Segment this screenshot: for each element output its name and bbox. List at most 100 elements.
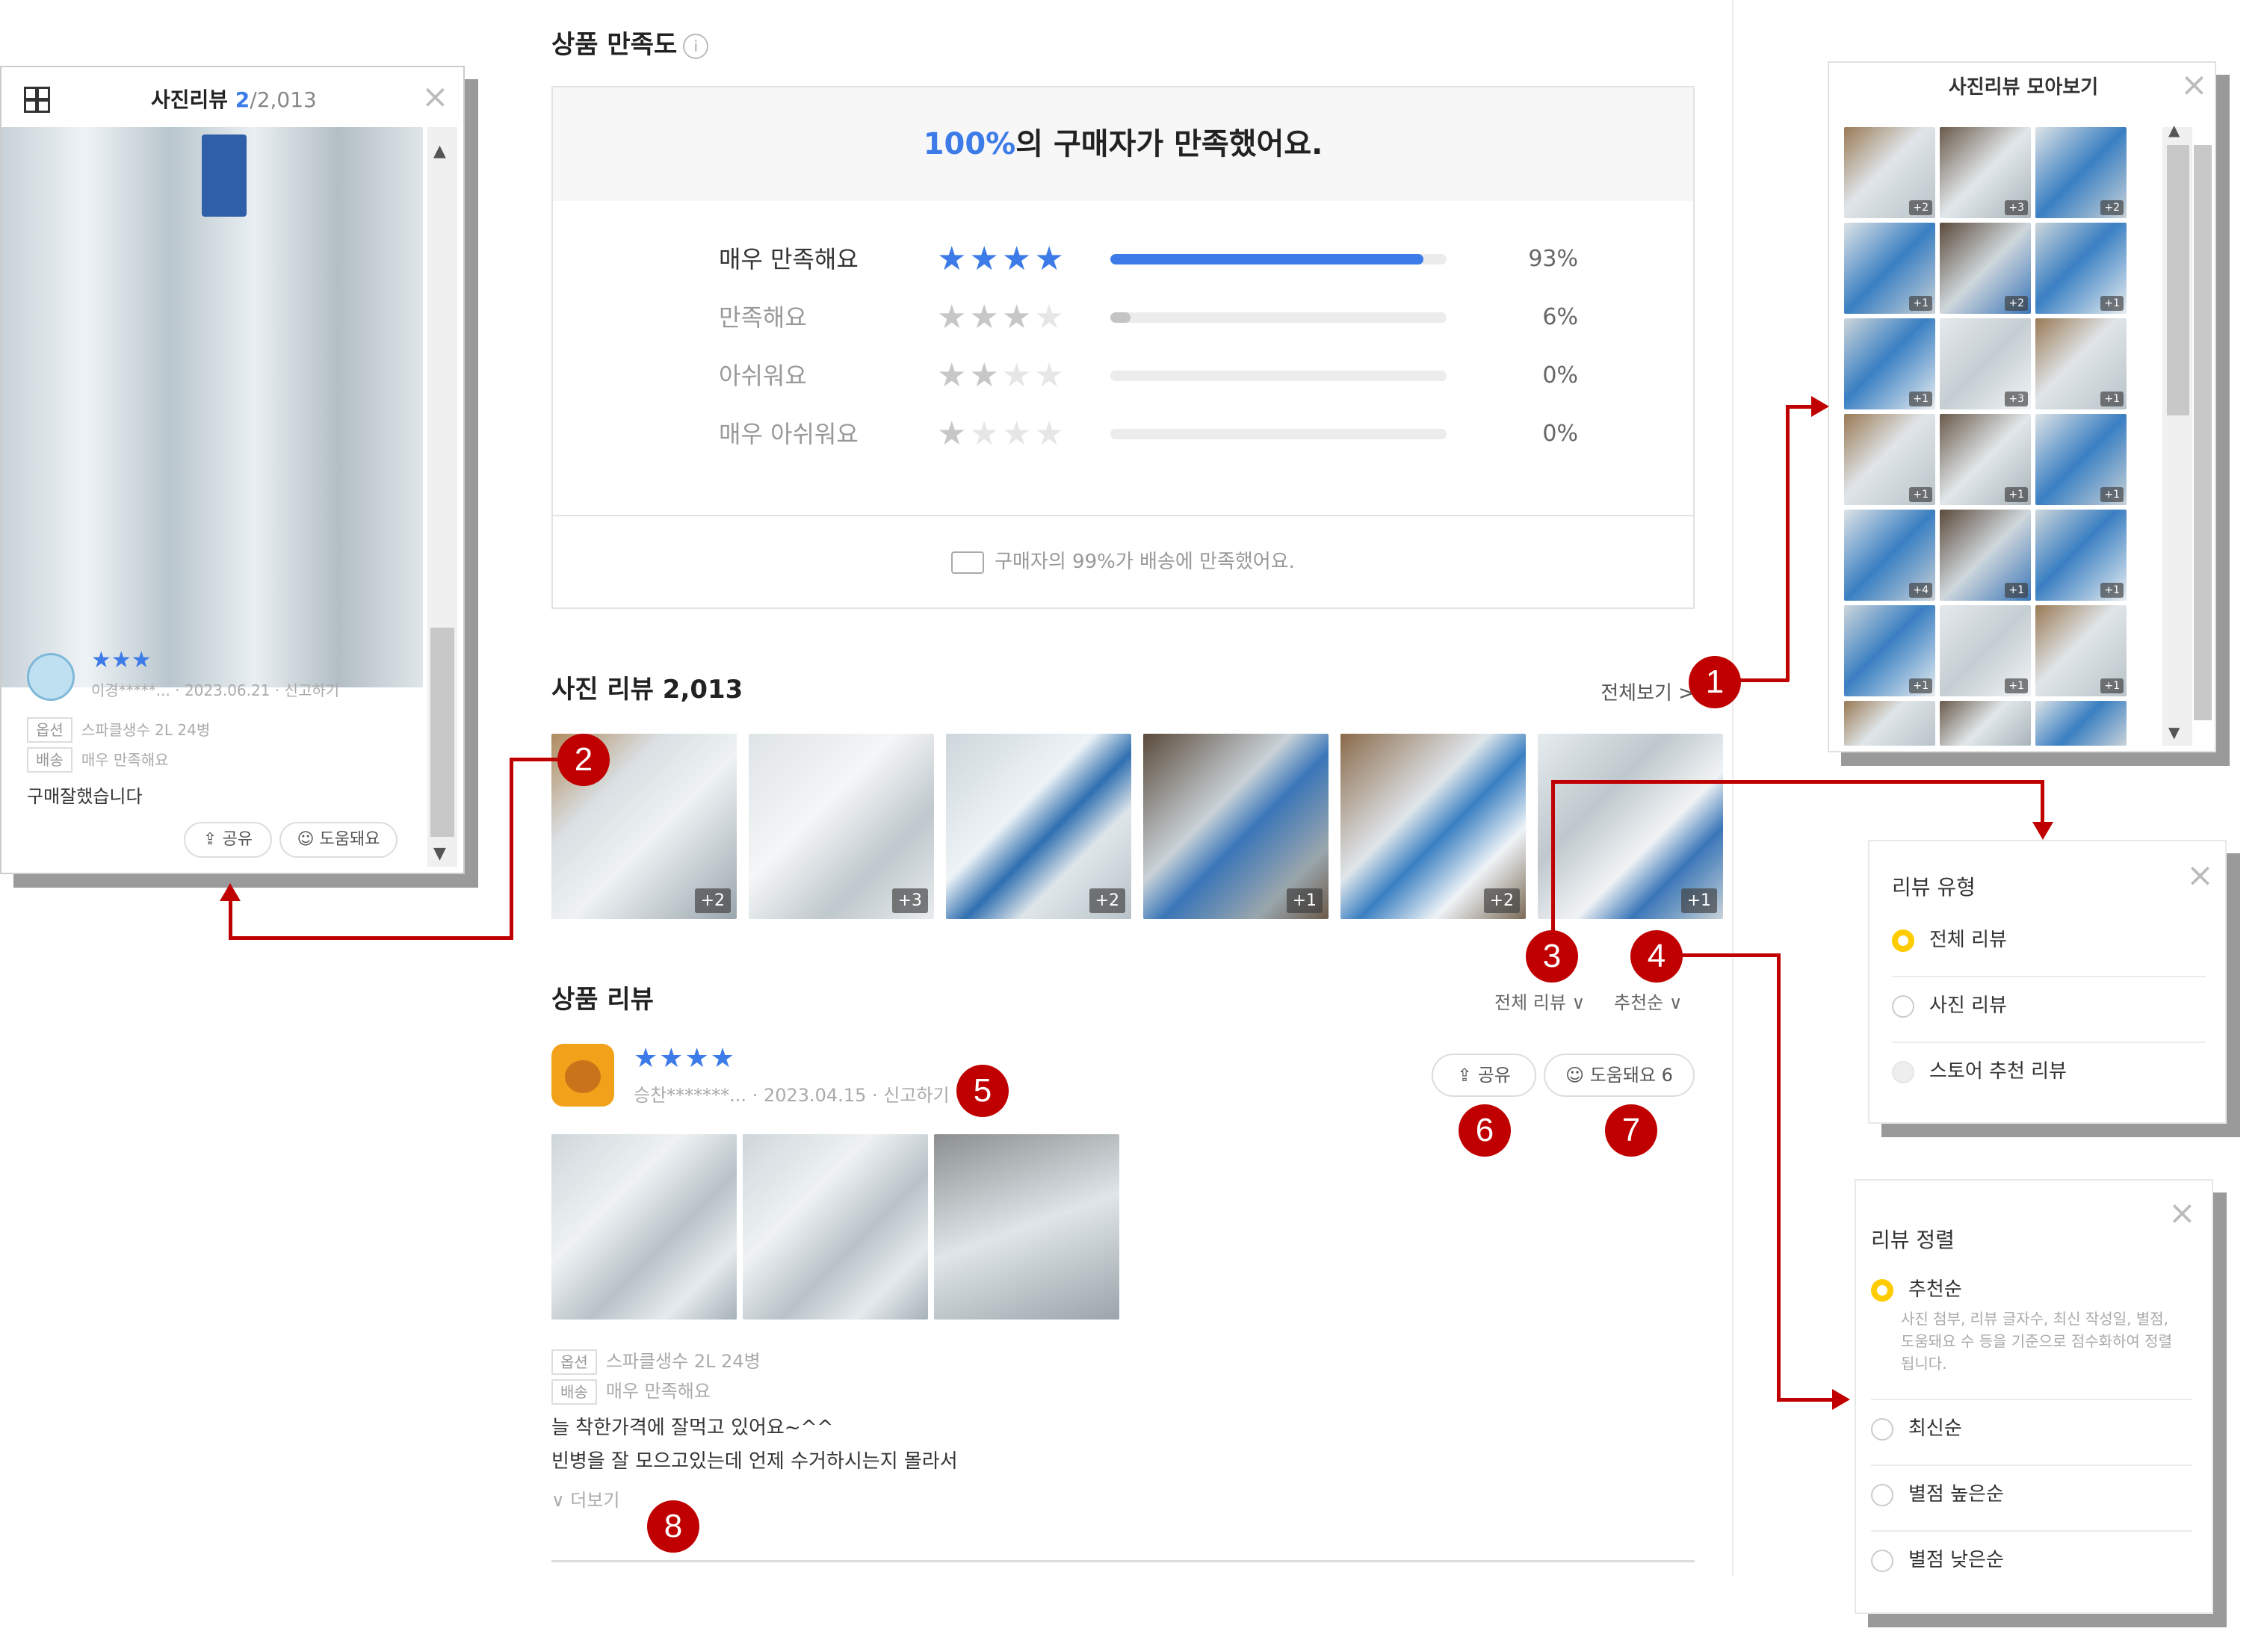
review-photo[interactable] bbox=[551, 1134, 737, 1320]
gallery-thumb[interactable]: +1 bbox=[1844, 605, 1935, 696]
rating-row: 만족해요 ★★★★ 6% bbox=[719, 295, 1578, 340]
gallery-thumb[interactable]: +1 bbox=[2035, 414, 2127, 505]
gallery-popup: 사진리뷰 모아보기 × +2 +3 +2 +1 +2 +1 +1 +3 +1 +1 +1 +1 +4 +1… bbox=[1828, 61, 2216, 752]
gallery-thumb[interactable]: +1 bbox=[1844, 223, 1935, 314]
photo-review-section: 사진 리뷰 2,013 전체보기 > bbox=[551, 669, 1695, 705]
gallery-scroll-thumb-2[interactable] bbox=[2194, 145, 2212, 720]
gallery-count-badge: +1 bbox=[2100, 296, 2124, 311]
gallery-close-icon[interactable]: × bbox=[2180, 69, 2208, 102]
rating-pct: 0% bbox=[1542, 362, 1578, 389]
rating-bar bbox=[1110, 371, 1447, 381]
photo-count-badge: +3 bbox=[891, 888, 928, 913]
review-body-1: 늘 착한가격에 잘먹고 있어요~^^ bbox=[551, 1417, 834, 1439]
product-review-title: 상품 리뷰 bbox=[551, 985, 654, 1015]
review-photo[interactable] bbox=[934, 1134, 1119, 1320]
gallery-scroll-thumb[interactable] bbox=[2167, 145, 2189, 415]
scroll-up-icon[interactable]: ▲ bbox=[433, 142, 446, 161]
gallery-thumb[interactable]: +1 bbox=[2035, 223, 2127, 314]
option-all-reviews[interactable]: 전체 리뷰 bbox=[1892, 925, 2007, 955]
gallery-thumb[interactable] bbox=[2035, 701, 2127, 746]
rating-label: 매우 아쉬워요 bbox=[719, 420, 859, 448]
share-button[interactable]: ⇪ 공유 bbox=[1432, 1054, 1536, 1097]
filter-type-dropdown[interactable]: 전체 리뷰 ∨ bbox=[1494, 988, 1585, 1014]
photo-review-thumb[interactable]: +2 bbox=[946, 734, 1131, 919]
see-all-link[interactable]: 전체보기 > bbox=[1600, 678, 1695, 705]
product-review-section: 상품 리뷰 전체 리뷰 ∨ 추천순 ∨ bbox=[551, 979, 1695, 1015]
gallery-thumb[interactable] bbox=[1940, 701, 2031, 746]
photo-count-badge: +2 bbox=[694, 888, 731, 913]
callout-line bbox=[1777, 953, 1781, 1402]
gallery-thumb[interactable]: +1 bbox=[1844, 414, 1935, 505]
gallery-count-badge: +1 bbox=[1909, 487, 1932, 502]
option-rating-low[interactable]: 별점 낮은순 bbox=[1871, 1545, 2004, 1575]
gallery-count-badge: +2 bbox=[1909, 200, 1932, 215]
rating-pct: 0% bbox=[1542, 421, 1578, 447]
rating-row: 매우 아쉬워요 ★★★★ 0% bbox=[719, 412, 1578, 457]
viewer-body: 구매잘했습니다 bbox=[27, 786, 143, 807]
rating-label: 아쉬워요 bbox=[719, 362, 807, 390]
gallery-thumb[interactable]: +1 bbox=[1940, 605, 2031, 696]
scroll-down-icon[interactable]: ▼ bbox=[433, 844, 446, 863]
viewer-scroll-thumb[interactable] bbox=[430, 628, 454, 837]
gallery-thumb[interactable]: +2 bbox=[1940, 223, 2031, 314]
photo-review-thumb[interactable]: +1 bbox=[1538, 734, 1723, 919]
grid-icon[interactable] bbox=[24, 87, 50, 113]
viewer-helpful-button[interactable]: ☺ 도움돼요 bbox=[279, 822, 398, 858]
gallery-thumb[interactable]: +3 bbox=[1940, 318, 2031, 409]
gallery-scroll-down-icon[interactable]: ▼ bbox=[2168, 723, 2180, 741]
more-link[interactable]: ∨ 더보기 bbox=[551, 1485, 619, 1512]
reviewer-avatar bbox=[551, 1044, 614, 1107]
option-latest[interactable]: 최신순 bbox=[1871, 1414, 1962, 1444]
review-photo[interactable] bbox=[743, 1134, 928, 1320]
viewer-delivery: 배송 매우 만족해요 bbox=[27, 747, 169, 773]
viewer-report-link[interactable]: 신고하기 bbox=[285, 681, 340, 699]
gallery-thumb[interactable]: +1 bbox=[1844, 318, 1935, 409]
helpful-button[interactable]: ☺ 도움돼요 6 bbox=[1544, 1054, 1695, 1097]
badge-2: 2 bbox=[557, 734, 610, 786]
photo-review-thumb[interactable]: +1 bbox=[1143, 734, 1329, 919]
gallery-thumb[interactable]: +1 bbox=[1940, 510, 2031, 601]
gallery-count-badge: +1 bbox=[2005, 678, 2028, 693]
gallery-thumb[interactable]: +1 bbox=[2035, 510, 2127, 601]
photo-review-thumb[interactable]: +3 bbox=[749, 734, 934, 919]
option-recommend[interactable]: 추천순 bbox=[1871, 1275, 1962, 1305]
info-icon[interactable]: i bbox=[683, 33, 709, 59]
gallery-thumb[interactable]: +1 bbox=[1940, 414, 2031, 505]
gallery-thumb[interactable]: +1 bbox=[2035, 318, 2127, 409]
option-photo-reviews[interactable]: 사진 리뷰 bbox=[1892, 991, 2007, 1021]
viewer-share-button[interactable]: ⇪ 공유 bbox=[184, 822, 272, 858]
gallery-thumb[interactable]: +2 bbox=[1844, 127, 1935, 218]
gallery-count-badge: +1 bbox=[1909, 296, 1932, 311]
gallery-title: 사진리뷰 모아보기 bbox=[1948, 76, 2099, 99]
gallery-thumb[interactable]: +4 bbox=[1844, 510, 1935, 601]
callout-line bbox=[1786, 405, 1790, 681]
gallery-thumb[interactable]: +1 bbox=[2035, 605, 2127, 696]
callout-line bbox=[1777, 1398, 1837, 1402]
close-icon[interactable]: × bbox=[421, 81, 449, 114]
gallery-count-badge: +3 bbox=[2005, 200, 2028, 215]
gallery-thumb[interactable]: +2 bbox=[2035, 127, 2127, 218]
badge-4: 4 bbox=[1630, 930, 1683, 983]
report-link[interactable]: 신고하기 bbox=[883, 1085, 949, 1106]
viewer-option: 옵션 스파클생수 2L 24병 bbox=[27, 717, 210, 743]
filter-sort-dropdown[interactable]: 추천순 ∨ bbox=[1614, 988, 1682, 1014]
option-rating-high[interactable]: 별점 높은순 bbox=[1871, 1479, 2004, 1509]
callout-line bbox=[1551, 780, 2044, 784]
divider bbox=[1892, 976, 2206, 977]
review-type-close-icon[interactable]: × bbox=[2186, 859, 2214, 892]
review-sort-close-icon[interactable]: × bbox=[2168, 1197, 2196, 1230]
rating-stars: ★★★★ bbox=[937, 240, 1067, 278]
rating-stars: ★★★★ bbox=[937, 356, 1067, 395]
review-type-popup: 리뷰 유형 × 전체 리뷰 사진 리뷰 스토어 추천 리뷰 bbox=[1868, 840, 2227, 1124]
gallery-count-badge: +4 bbox=[1909, 583, 1932, 598]
viewer-photo bbox=[1, 127, 423, 687]
option-store-reviews[interactable]: 스토어 추천 리뷰 bbox=[1892, 1057, 2067, 1086]
gallery-thumb[interactable]: +3 bbox=[1940, 127, 2031, 218]
rating-stars: ★★★★ bbox=[937, 298, 1067, 336]
badge-3: 3 bbox=[1526, 930, 1578, 983]
satisfaction-box: 100%의 구매자가 만족했어요. 매우 만족해요 ★★★★ 93% 만족해요 ★★★★… bbox=[551, 86, 1695, 609]
callout-line bbox=[1681, 953, 1778, 957]
gallery-scroll-up-icon[interactable]: ▲ bbox=[2168, 121, 2180, 139]
photo-review-thumb[interactable]: +2 bbox=[1340, 734, 1526, 919]
gallery-thumb[interactable] bbox=[1844, 701, 1935, 746]
